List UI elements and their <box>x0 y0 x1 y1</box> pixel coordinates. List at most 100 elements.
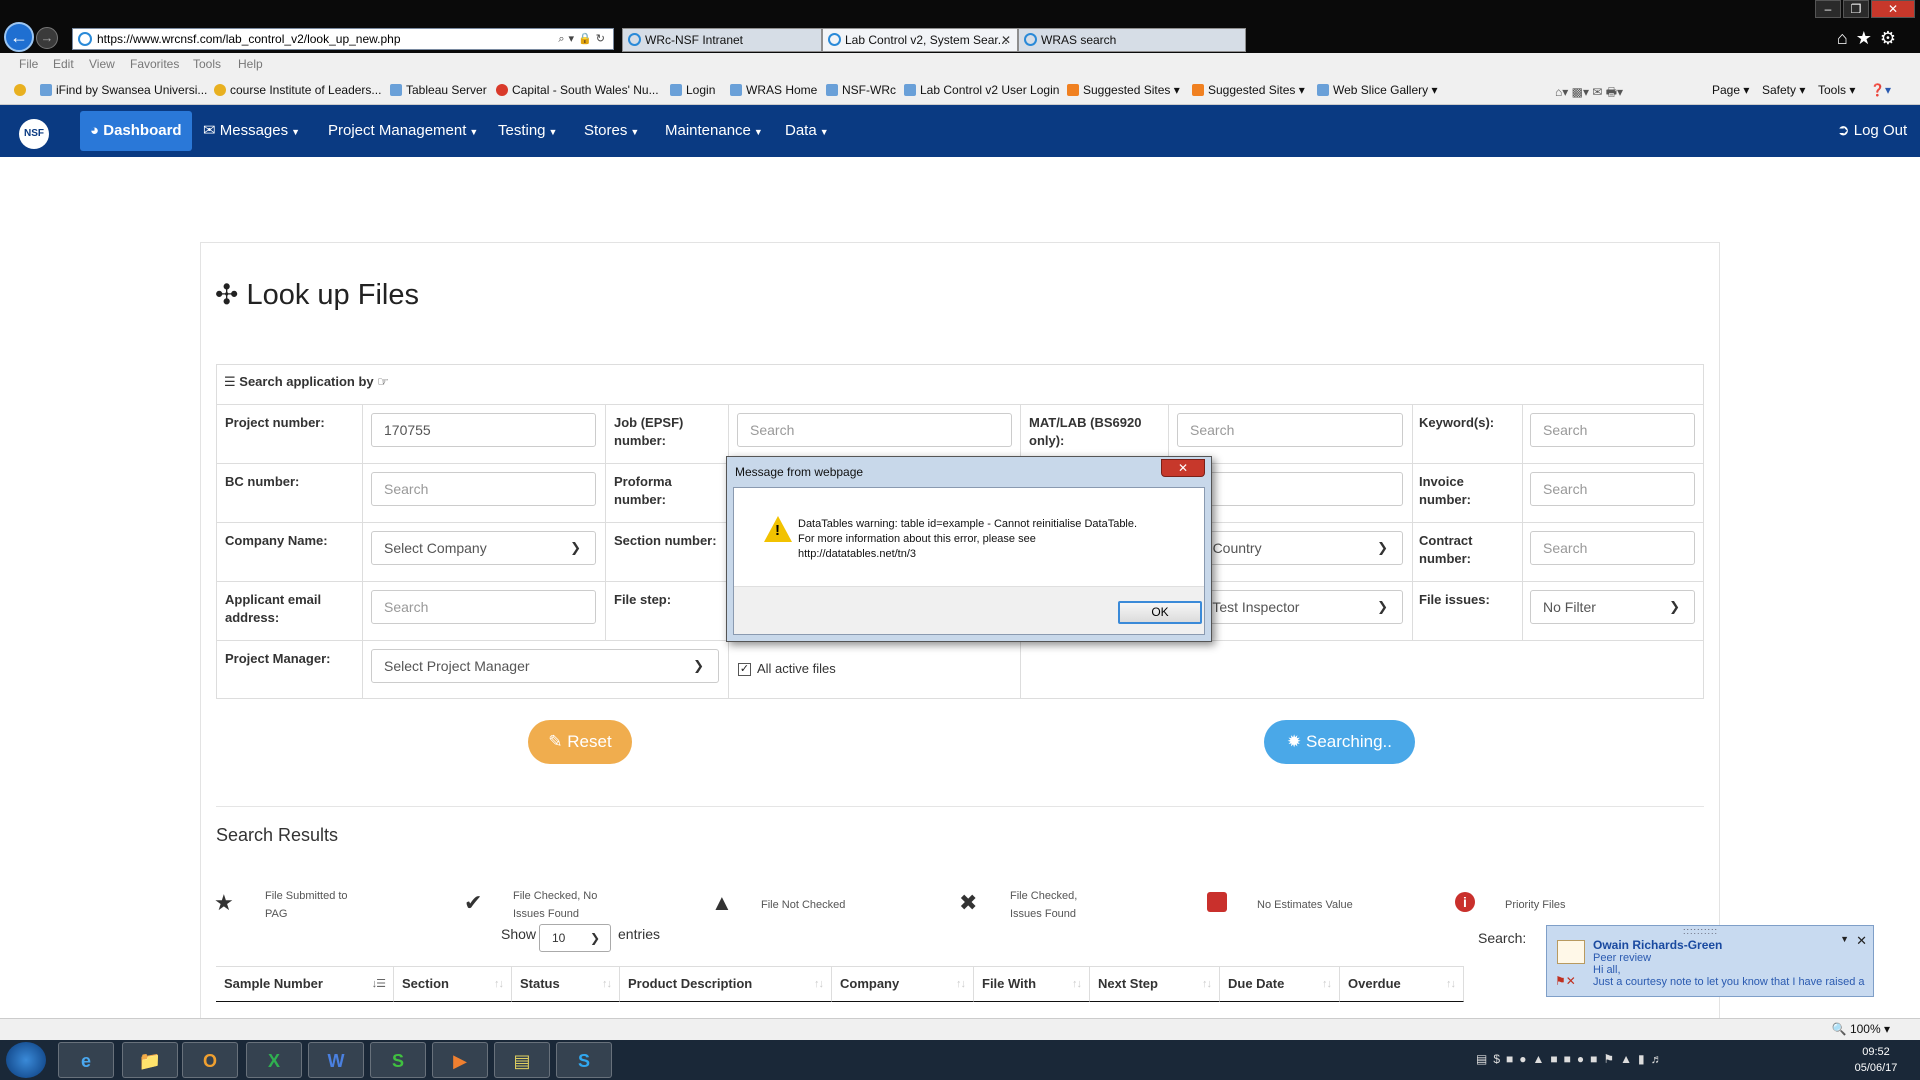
column-next-step[interactable]: Next Step ↑↓ <box>1090 966 1220 1002</box>
tab-lab-control[interactable]: Lab Control v2, System Sear... ✕ <box>822 28 1018 52</box>
commandbar-icons[interactable]: ⌂▾ ▩▾ ✉ 🖶▾ <box>1555 83 1623 104</box>
applicant-email-input[interactable]: Search <box>371 590 596 624</box>
mat-lab-input[interactable]: Search <box>1177 413 1403 447</box>
taskbar-s-icon[interactable]: S <box>370 1042 426 1078</box>
taskbar-outlook-icon[interactable]: O <box>182 1042 238 1078</box>
fav-wras-home[interactable]: WRAS Home <box>730 83 817 97</box>
close-icon[interactable]: ✕ <box>1856 933 1867 949</box>
menu-file[interactable]: File <box>19 57 38 71</box>
taskbar-word-icon[interactable]: W <box>308 1042 364 1078</box>
help-icon[interactable]: ❓▾ <box>1870 83 1891 97</box>
company-select[interactable]: Select Company ❯ <box>371 531 596 565</box>
browser-statusbar: 🔍 100% ▾ <box>0 1018 1920 1040</box>
forward-button[interactable]: → <box>36 27 58 49</box>
address-controls-icon[interactable]: ⌕▾🔒↻ <box>558 29 609 49</box>
command-safety[interactable]: Safety ▾ <box>1762 83 1805 97</box>
taskbar-ie-icon[interactable]: e <box>58 1042 114 1078</box>
fav-login[interactable]: Login <box>670 83 715 97</box>
taskbar-skype-icon[interactable]: S <box>556 1042 612 1078</box>
minimize-button[interactable]: – <box>1815 0 1841 18</box>
email-notification[interactable]: :::::::::: Owain Richards-Green Peer rev… <box>1546 925 1874 997</box>
chevron-down-icon: ❯ <box>589 931 600 945</box>
column-sample-number[interactable]: Sample Number ↓☰ <box>216 966 394 1002</box>
menu-tools[interactable]: Tools <box>193 57 221 71</box>
fav-lab-control-login[interactable]: Lab Control v2 User Login <box>904 83 1059 97</box>
nav-maintenance[interactable]: Maintenance ▼ <box>665 105 763 157</box>
tab-close-icon[interactable]: ✕ <box>1001 29 1011 51</box>
command-tools[interactable]: Tools ▾ <box>1818 83 1855 97</box>
legend-priority: Priority Files <box>1505 899 1566 911</box>
contract-input[interactable]: Search <box>1530 531 1695 565</box>
zoom-control[interactable]: 🔍 100% ▾ <box>1832 1022 1890 1036</box>
column-status[interactable]: Status ↑↓ <box>512 966 620 1002</box>
menu-help[interactable]: Help <box>238 57 263 71</box>
nav-logout[interactable]: ➲ Log Out <box>1837 105 1907 157</box>
chevron-down-icon: ❯ <box>1377 599 1388 614</box>
file-issues-select[interactable]: No Filter ❯ <box>1530 590 1695 624</box>
nav-testing[interactable]: Testing ▼ <box>498 105 557 157</box>
window-close-button[interactable]: ✕ <box>1871 0 1915 18</box>
taskbar-media-icon[interactable]: ▶ <box>432 1042 488 1078</box>
fav-suggested-sites-1[interactable]: Suggested Sites ▾ <box>1067 83 1180 97</box>
move-icon: ✣ <box>215 279 239 310</box>
fav-suggested-sites-2[interactable]: Suggested Sites ▾ <box>1192 83 1305 97</box>
menu-view[interactable]: View <box>89 57 115 71</box>
chevron-down-icon[interactable]: ▼ <box>1840 934 1849 944</box>
fav-course[interactable]: course Institute of Leaders... <box>214 83 381 97</box>
ok-button[interactable]: OK <box>1118 601 1202 624</box>
system-tray-icons[interactable]: ▤$■●▲■■●■⚑▲▮♬ <box>1476 1052 1669 1066</box>
entries-select[interactable]: 10 ❯ <box>539 924 611 952</box>
tab-wrc-intranet[interactable]: WRc-NSF Intranet <box>622 28 822 52</box>
fav-ifind[interactable]: iFind by Swansea Universi... <box>40 83 207 97</box>
taskbar-explorer-icon[interactable]: 📁 <box>122 1042 178 1078</box>
zoom-icon: 🔍 <box>1831 1022 1847 1036</box>
column-section[interactable]: Section ↑↓ <box>394 966 512 1002</box>
column-file-with[interactable]: File With ↑↓ <box>974 966 1090 1002</box>
nav-stores[interactable]: Stores ▼ <box>584 105 639 157</box>
project-number-input[interactable]: 170755 <box>371 413 596 447</box>
command-page[interactable]: Page ▾ <box>1712 83 1749 97</box>
message-dialog: Message from webpage ✕ ! DataTables warn… <box>726 456 1212 642</box>
start-button[interactable] <box>6 1042 46 1078</box>
nav-data[interactable]: Data ▼ <box>785 105 829 157</box>
flag-delete-icons[interactable]: ⚑✕ <box>1555 974 1576 988</box>
info-icon: i <box>1455 892 1475 912</box>
bc-number-input[interactable]: Search <box>371 472 596 506</box>
label-project-number: Project number: <box>225 415 325 430</box>
search-button[interactable]: ✹ Searching.. <box>1264 720 1415 764</box>
address-bar[interactable]: https://www.wrcnsf.com/lab_control_v2/lo… <box>72 28 614 50</box>
all-active-files-label: All active files <box>757 661 836 676</box>
column-due-date[interactable]: Due Date ↑↓ <box>1220 966 1340 1002</box>
column-product-description[interactable]: Product Description ↑↓ <box>620 966 832 1002</box>
sort-icon: ↑↓ <box>1072 978 1082 990</box>
nav-messages[interactable]: ✉ Messages ▼ <box>203 105 300 157</box>
job-epsf-input[interactable]: Search <box>737 413 1012 447</box>
nav-project-management[interactable]: Project Management ▼ <box>328 105 478 157</box>
reset-button[interactable]: ✎ Reset <box>528 720 632 764</box>
fav-capital[interactable]: Capital - South Wales' Nu... <box>496 83 659 97</box>
tab-wras-search[interactable]: WRAS search <box>1018 28 1246 52</box>
taskbar-clock[interactable]: 09:52 05/06/17 <box>1848 1044 1904 1076</box>
ie-page-icon <box>78 32 92 46</box>
column-overdue[interactable]: Overdue ↑↓ <box>1340 966 1464 1002</box>
taskbar-excel-icon[interactable]: X <box>246 1042 302 1078</box>
fav-tableau[interactable]: Tableau Server <box>390 83 487 97</box>
taskbar-notes-icon[interactable]: ▤ <box>494 1042 550 1078</box>
column-company[interactable]: Company ↑↓ <box>832 966 974 1002</box>
home-favorites-settings-icons[interactable]: ⌂★⚙ <box>1837 28 1904 49</box>
nsf-logo[interactable]: NSF <box>19 119 49 149</box>
fav-nsf-wrc[interactable]: NSF-WRc <box>826 83 896 97</box>
fav-web-slice-gallery[interactable]: Web Slice Gallery ▾ <box>1317 83 1438 97</box>
dialog-close-button[interactable]: ✕ <box>1161 459 1205 477</box>
menu-edit[interactable]: Edit <box>53 57 74 71</box>
grip-icon[interactable]: :::::::::: <box>1683 926 1718 936</box>
invoice-input[interactable]: Search <box>1530 472 1695 506</box>
nav-dashboard[interactable]: ◕ Dashboard <box>80 111 192 151</box>
restore-button[interactable]: ❐ <box>1843 0 1869 18</box>
menu-favorites[interactable]: Favorites <box>130 57 179 71</box>
project-manager-select[interactable]: Select Project Manager ❯ <box>371 649 719 683</box>
back-button[interactable]: ← <box>4 22 34 52</box>
all-active-files-checkbox[interactable]: ✓ <box>738 663 751 676</box>
keywords-input[interactable]: Search <box>1530 413 1695 447</box>
favorites-star-icon[interactable] <box>14 83 30 97</box>
